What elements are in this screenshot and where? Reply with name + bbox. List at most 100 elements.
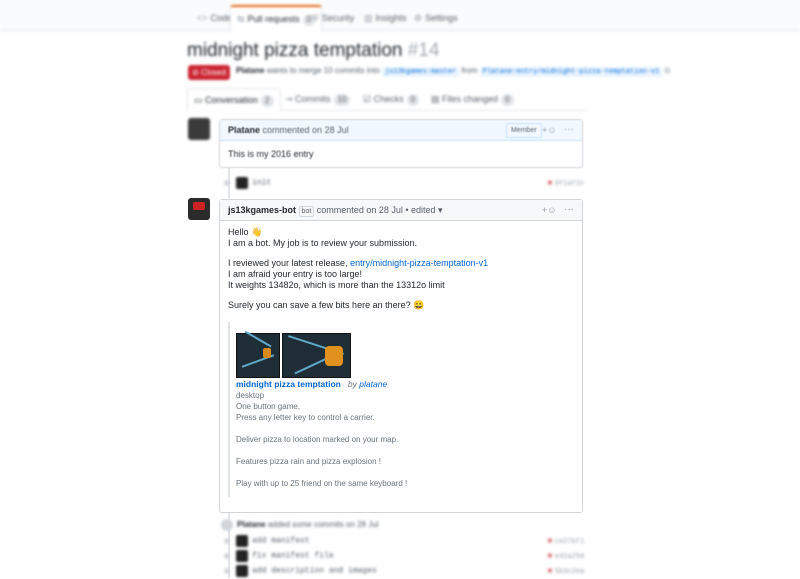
x-icon: ✕ bbox=[547, 553, 553, 561]
map-road-shape bbox=[244, 330, 272, 348]
comment-author[interactable]: Platane bbox=[228, 125, 260, 135]
more-options-icon[interactable]: ··· bbox=[564, 120, 574, 140]
game-author-link[interactable]: platane bbox=[359, 379, 387, 389]
tab-pull-requests[interactable]: ⇆ Pull requests 0 bbox=[230, 5, 323, 32]
commit-sha-text[interactable]: e42a25d bbox=[555, 553, 584, 561]
commit-message[interactable]: init bbox=[252, 179, 271, 188]
tab-label: Insights bbox=[375, 13, 407, 23]
tab-code[interactable]: <> Code bbox=[197, 6, 232, 30]
size-warning-text: I am afraid your entry is too large! bbox=[228, 269, 363, 279]
x-icon: ✕ bbox=[547, 180, 553, 188]
pr-number: #14 bbox=[407, 40, 440, 61]
release-link[interactable]: entry/midnight-pizza-temptation-v1 bbox=[350, 258, 488, 268]
by-text: by bbox=[347, 379, 357, 389]
intro-text: I am a bot. My job is to review your sub… bbox=[228, 238, 418, 248]
tab-counter: 10 bbox=[333, 94, 351, 106]
bot-avatar[interactable] bbox=[188, 198, 210, 220]
add-reaction-icon[interactable]: +☺ bbox=[542, 200, 556, 220]
tab-label: Code bbox=[210, 13, 233, 23]
comment-author[interactable]: js13kgames-bot bbox=[228, 205, 296, 215]
comment-header: Platane commented on 28 Jul Member +☺ ··… bbox=[220, 120, 582, 141]
commit-message[interactable]: add description and images bbox=[252, 567, 377, 576]
tab-commits[interactable]: ⊸ Commits 10 bbox=[285, 88, 351, 110]
avatar[interactable] bbox=[236, 565, 248, 577]
commit-message[interactable]: fix manifest file bbox=[252, 552, 334, 561]
release-line: I reviewed your latest release, entry/mi… bbox=[228, 258, 574, 269]
commit-icon bbox=[224, 568, 230, 574]
tab-label: Checks bbox=[373, 94, 404, 104]
blockquote-bar bbox=[228, 322, 230, 497]
base-branch[interactable]: js13kgames:master bbox=[381, 67, 460, 77]
commit-sha[interactable]: ✕ e42a25d bbox=[547, 552, 584, 561]
tab-insights[interactable]: ▥ Insights bbox=[364, 6, 407, 30]
pr-state-badge: ⊘ Closed bbox=[188, 65, 230, 80]
game-category: desktop bbox=[236, 391, 265, 400]
closing-text: Surely you can save a few bits here an t… bbox=[228, 300, 425, 310]
avatar[interactable] bbox=[236, 550, 248, 562]
game-screenshot-large[interactable] bbox=[282, 333, 351, 378]
tab-files-changed[interactable]: ▤ Files changed 0 bbox=[431, 88, 514, 110]
pr-author[interactable]: Platane bbox=[236, 66, 264, 75]
tab-counter: 2 bbox=[261, 95, 274, 107]
x-icon: ✕ bbox=[547, 538, 553, 546]
tab-counter: 0 bbox=[501, 94, 514, 106]
bot-badge: bot bbox=[298, 206, 315, 217]
add-reaction-icon[interactable]: +☺ bbox=[542, 120, 556, 140]
game-title-link[interactable]: midnight pizza temptation bbox=[236, 379, 341, 389]
bot-logo-shape bbox=[193, 202, 205, 210]
pr-title: midnight pizza temptation #14 bbox=[187, 40, 439, 62]
comment-discussion-icon: ▭ bbox=[194, 95, 206, 105]
comment-body: Hello 👋 I am a bot. My job is to review … bbox=[220, 221, 582, 317]
tab-security[interactable]: ⛨ Security bbox=[312, 6, 354, 30]
avatar[interactable] bbox=[188, 118, 210, 140]
commit-sha-text[interactable]: 5b3c2ea bbox=[555, 568, 584, 576]
pizza-shape bbox=[263, 348, 271, 358]
game-description: Deliver pizza to location marked on your… bbox=[236, 435, 399, 444]
game-screenshot-small[interactable] bbox=[236, 330, 280, 378]
commit-sha-text[interactable]: 0f1af2c bbox=[555, 180, 584, 188]
x-icon: ✕ bbox=[547, 568, 553, 576]
commit-icon: ⊸ bbox=[285, 94, 296, 104]
copy-icon[interactable]: ⧉ bbox=[664, 66, 670, 75]
pr-tabs: ▭ Conversation 2 ⊸ Commits 10 ☑ Checks 0 ▤ … bbox=[187, 88, 587, 112]
comment-timestamp[interactable]: commented on 28 Jul • edited ▾ bbox=[317, 205, 443, 215]
commit-sha[interactable]: ✕ ce27bf1 bbox=[547, 537, 584, 546]
tab-label: Security bbox=[321, 13, 355, 23]
avatar[interactable] bbox=[236, 535, 248, 547]
commit-sha[interactable]: ✕ 5b3c2ea bbox=[547, 567, 584, 576]
tab-label: Files changed bbox=[442, 94, 499, 104]
gear-icon: ⚙ bbox=[414, 13, 423, 23]
tab-checks[interactable]: ☑ Checks 0 bbox=[363, 88, 420, 110]
game-description: Play with up to 25 friend on the same ke… bbox=[236, 479, 408, 488]
greeting-text: Hello 👋 bbox=[228, 227, 263, 237]
tab-label: Commits bbox=[295, 94, 331, 104]
event-text: added some commits on 28 Jul bbox=[267, 520, 379, 530]
commits-added-event: Platane added some commits on 28 Jul bbox=[221, 519, 378, 531]
game-description: Press any letter key to control a carrie… bbox=[236, 413, 375, 422]
commit-sha-text[interactable]: ce27bf1 bbox=[555, 538, 584, 546]
pr-title-text: midnight pizza temptation bbox=[187, 40, 403, 61]
commit-item: add manifest bbox=[224, 535, 310, 549]
commit-icon bbox=[224, 553, 230, 559]
tab-label: Settings bbox=[425, 13, 458, 23]
commit-icon bbox=[224, 180, 230, 186]
from-word: from bbox=[461, 66, 478, 75]
checklist-icon: ☑ bbox=[363, 94, 374, 104]
comment-platane: Platane commented on 28 Jul Member +☺ ··… bbox=[219, 119, 583, 168]
commit-icon bbox=[224, 538, 230, 544]
pr-state-label: Closed bbox=[201, 68, 226, 77]
tab-conversation[interactable]: ▭ Conversation 2 bbox=[187, 88, 281, 112]
code-icon: <> bbox=[197, 13, 208, 23]
size-detail-text: It weights 13482o, which is more than th… bbox=[228, 280, 445, 290]
commit-message[interactable]: add manifest bbox=[252, 537, 310, 546]
comment-timestamp[interactable]: commented on 28 Jul bbox=[263, 125, 349, 135]
event-author[interactable]: Platane bbox=[237, 520, 265, 529]
avatar[interactable] bbox=[236, 177, 248, 189]
commit-sha[interactable]: ✕ 0f1af2c bbox=[547, 179, 584, 188]
tab-settings[interactable]: ⚙ Settings bbox=[414, 6, 458, 30]
pr-meta: Platane wants to merge 10 commits into j… bbox=[236, 66, 670, 77]
member-badge: Member bbox=[506, 123, 542, 138]
more-options-icon[interactable]: ··· bbox=[564, 200, 574, 220]
head-branch[interactable]: Platane:entry/midnight-pizza-temptation-… bbox=[479, 67, 663, 77]
game-card: midnight pizza temptation by platane des… bbox=[236, 379, 566, 489]
